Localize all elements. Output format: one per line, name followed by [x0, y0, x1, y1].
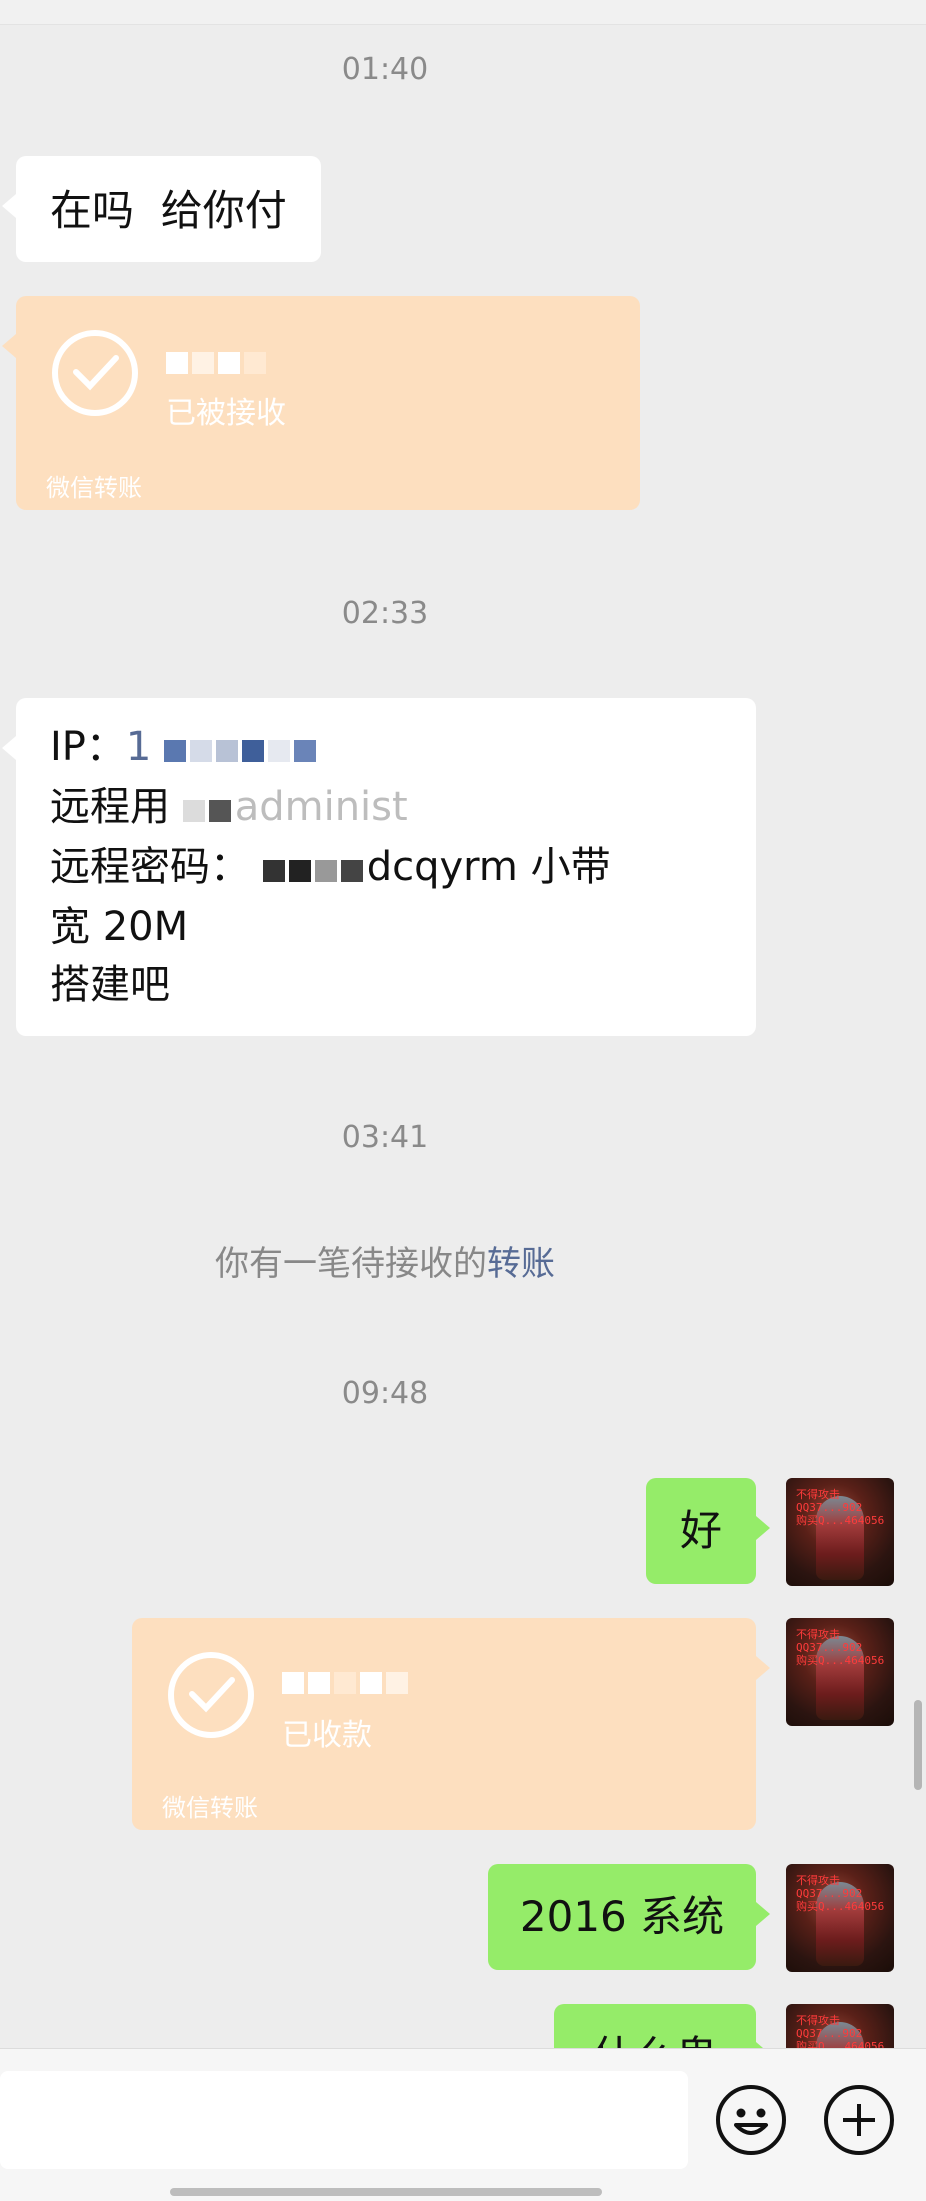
transfer-status: 已被接收 — [166, 396, 286, 431]
check-icon — [168, 1652, 254, 1738]
redacted-block — [164, 720, 320, 778]
scrollbar[interactable] — [914, 1700, 922, 1790]
message-line: 远程密码： dcqyrm 小带 — [50, 838, 722, 898]
message-line: 远程用 administ — [50, 778, 722, 838]
transfer-footer: 微信转账 — [46, 474, 142, 502]
redacted-block — [262, 840, 367, 898]
transfer-card-incoming[interactable]: 已被接收 微信转账 — [2, 296, 640, 510]
timestamp: 01:40 — [341, 52, 429, 87]
transfer-link[interactable]: 转账 — [487, 1244, 555, 1284]
user-value: administ — [234, 784, 408, 830]
transfer-amount-redacted — [166, 336, 270, 383]
transfer-amount-redacted — [282, 1656, 412, 1703]
message-line: 搭建吧 — [50, 962, 170, 1008]
user-label: 远程用 — [50, 784, 170, 830]
message-text: 好 — [679, 1506, 722, 1555]
transfer-card-outgoing[interactable]: 已收款 微信转账 — [132, 1618, 770, 1830]
input-bar — [0, 2048, 926, 2201]
message-bubble-outgoing[interactable]: 好 — [646, 1478, 770, 1584]
check-icon — [52, 330, 138, 416]
avatar[interactable]: 不得攻击 QQ37...902 购买Q...464056 — [786, 1478, 894, 1586]
timestamp: 03:41 — [341, 1120, 429, 1155]
emoji-icon[interactable] — [716, 2085, 786, 2155]
timestamp: 09:48 — [341, 1376, 429, 1411]
top-divider — [0, 0, 926, 25]
system-notice-text: 你有一笔待接收的 — [215, 1244, 487, 1284]
ip-value: 1 — [125, 724, 152, 770]
message-input[interactable] — [0, 2071, 688, 2169]
avatar[interactable]: 不得攻击 QQ37...902 购买Q...464056 — [786, 1864, 894, 1972]
message-bubble-outgoing[interactable]: 2016 系统 — [488, 1864, 770, 1970]
avatar-overlay-text: 不得攻击 QQ37...902 购买Q...464056 — [796, 1628, 885, 1667]
plus-icon[interactable] — [824, 2085, 894, 2155]
password-value: dcqyrm 小带 — [366, 844, 611, 890]
password-label: 远程密码： — [50, 844, 250, 890]
message-line: 宽 20M — [50, 904, 189, 950]
redacted-block — [182, 780, 235, 838]
message-line: IP：1 — [50, 718, 722, 778]
timestamp: 02:33 — [341, 596, 429, 631]
message-bubble-incoming[interactable]: IP：1 远程用 administ 远程密码： dcqyrm 小带 宽 20M … — [2, 698, 756, 1036]
ip-label: IP： — [50, 724, 126, 770]
home-indicator[interactable] — [170, 2188, 602, 2196]
transfer-status: 已收款 — [282, 1718, 372, 1753]
message-text: 2016 系统 — [519, 1892, 725, 1941]
message-text: 在吗 给你付 — [50, 186, 287, 235]
message-bubble-incoming[interactable]: 在吗 给你付 — [2, 156, 321, 262]
avatar[interactable]: 不得攻击 QQ37...902 购买Q...464056 — [786, 1618, 894, 1726]
avatar-overlay-text: 不得攻击 QQ37...902 购买Q...464056 — [796, 1874, 885, 1913]
avatar-overlay-text: 不得攻击 QQ37...902 购买Q...464056 — [796, 1488, 885, 1527]
transfer-footer: 微信转账 — [162, 1794, 258, 1822]
system-notice: 你有一笔待接收的转账 — [0, 1236, 770, 1285]
